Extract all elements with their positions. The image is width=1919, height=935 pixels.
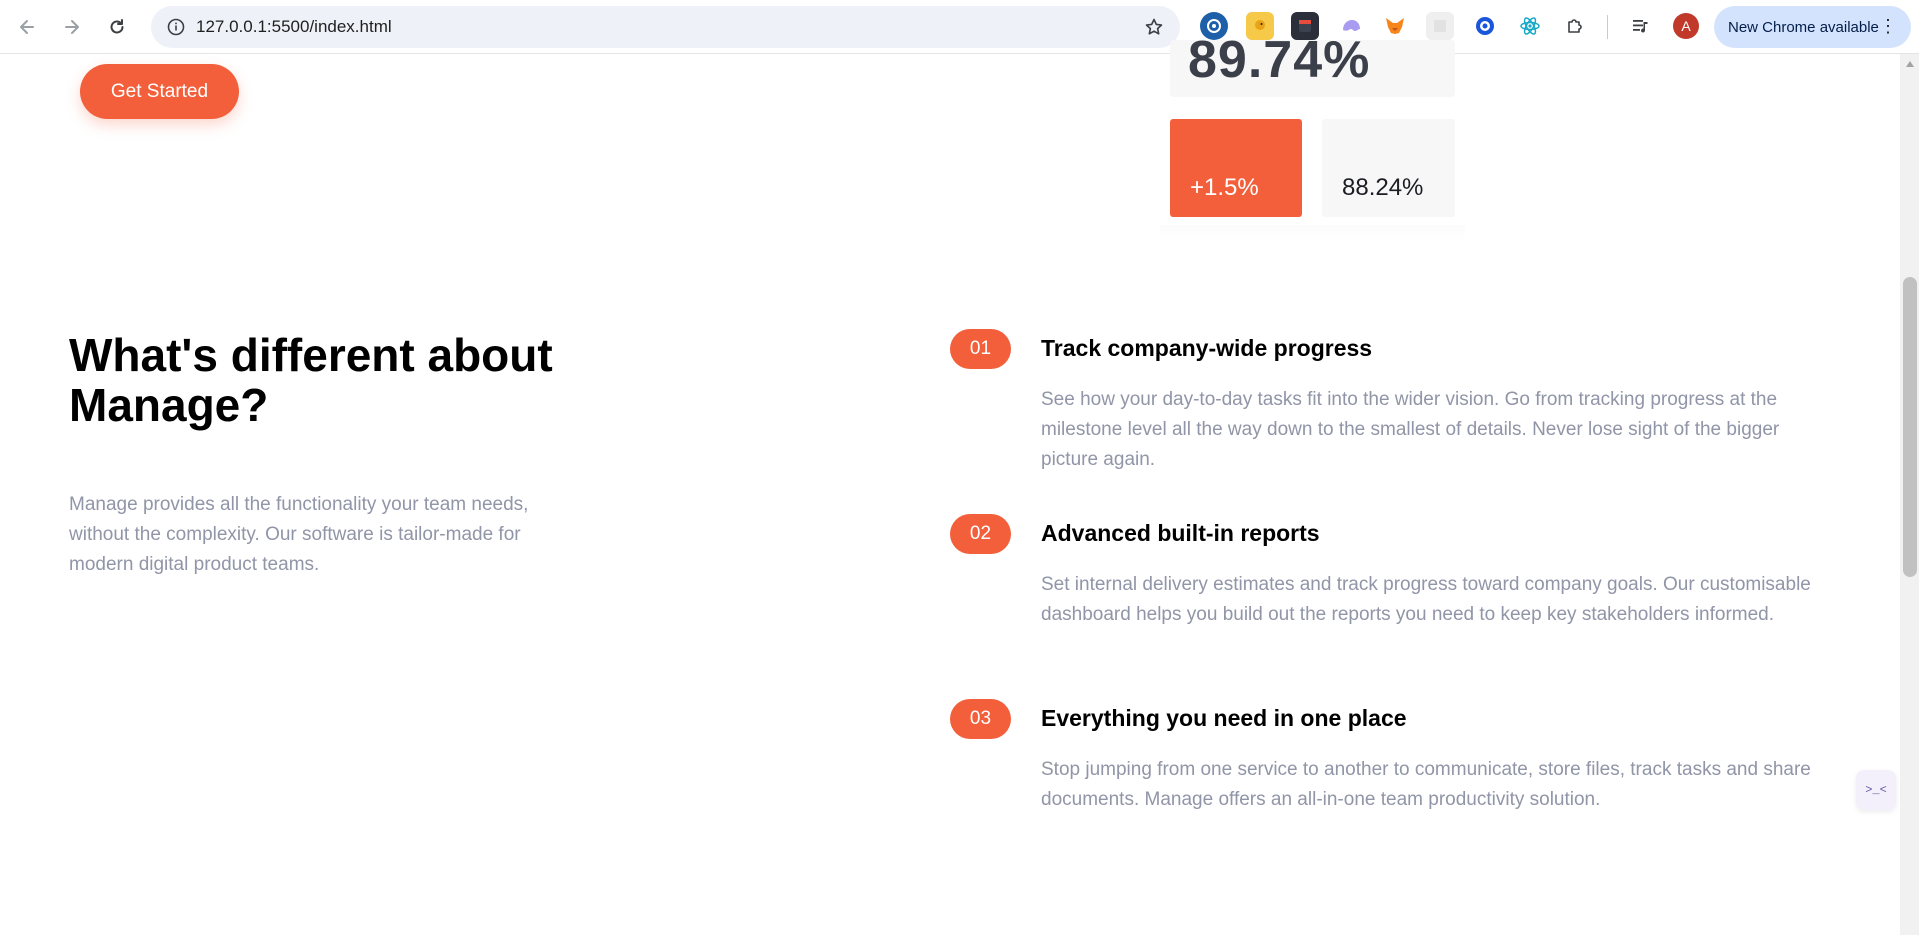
stat-card-change: +1.5% — [1170, 119, 1302, 217]
arrow-right-icon — [65, 20, 79, 34]
floating-assistant-widget[interactable]: >_< — [1856, 770, 1896, 810]
arrow-left-icon — [20, 20, 34, 34]
forward-button[interactable] — [55, 10, 89, 44]
page-scrollbar-thumb[interactable] — [1903, 277, 1917, 577]
address-url[interactable]: 127.0.0.1:5500/index.html — [196, 17, 392, 37]
profile-avatar[interactable]: A — [1673, 13, 1699, 39]
dark-app-icon[interactable] — [1291, 12, 1319, 40]
feature-text: Stop jumping from one service to another… — [1041, 759, 1811, 810]
feature-number-badge: 02 — [950, 514, 1011, 554]
bookmark-star-icon[interactable] — [1142, 15, 1166, 39]
feature-text: Set internal delivery estimates and trac… — [1041, 574, 1811, 625]
chrome-update-button[interactable]: New Chrome available ⋮ — [1714, 6, 1911, 48]
section-title: What's different about Manage? — [69, 329, 553, 431]
ghost-icon[interactable] — [1337, 12, 1365, 40]
feature-title: Track company-wide progress — [1041, 335, 1373, 361]
toolbar-separator — [1607, 15, 1608, 39]
back-button[interactable] — [10, 10, 44, 44]
extensions-puzzle-icon[interactable] — [1561, 12, 1589, 40]
stat-card-main: 89.74% — [1170, 40, 1455, 97]
chrome-update-label: New Chrome available — [1728, 18, 1879, 36]
stat-main-value: 89.74% — [1188, 40, 1371, 89]
scroll-up-arrow-icon[interactable] — [1903, 58, 1917, 70]
feature-title: Advanced built-in reports — [1041, 520, 1320, 546]
section-description: Manage provides all the functionality yo… — [69, 494, 529, 575]
more-vertical-icon[interactable]: ⋮ — [1879, 15, 1897, 37]
stat-change-value: +1.5% — [1190, 174, 1259, 201]
duck-icon[interactable] — [1246, 12, 1274, 40]
stat-secondary-value: 88.24% — [1342, 174, 1424, 201]
address-bar[interactable]: 127.0.0.1:5500/index.html — [151, 6, 1180, 48]
browser-toolbar: 127.0.0.1:5500/index.html A New Chrome a… — [0, 0, 1919, 54]
blank-ext-icon[interactable] — [1426, 12, 1454, 40]
atom-icon[interactable] — [1516, 12, 1544, 40]
media-queue-icon[interactable] — [1627, 12, 1655, 40]
feature-number-badge: 03 — [950, 699, 1011, 739]
circle-target-icon[interactable] — [1471, 12, 1499, 40]
radar-icon[interactable] — [1200, 12, 1228, 40]
dashboard-card-edge — [1160, 225, 1465, 241]
feature-text: See how your day-to-day tasks fit into t… — [1041, 389, 1780, 470]
stat-card-secondary: 88.24% — [1322, 119, 1455, 217]
feature-number-badge: 01 — [950, 329, 1011, 369]
get-started-button[interactable]: Get Started — [80, 64, 239, 119]
reload-button[interactable] — [100, 10, 134, 44]
feature-title: Everything you need in one place — [1041, 705, 1407, 731]
reload-icon — [110, 19, 124, 34]
site-info-icon[interactable] — [163, 14, 189, 40]
fox-icon[interactable] — [1381, 12, 1409, 40]
